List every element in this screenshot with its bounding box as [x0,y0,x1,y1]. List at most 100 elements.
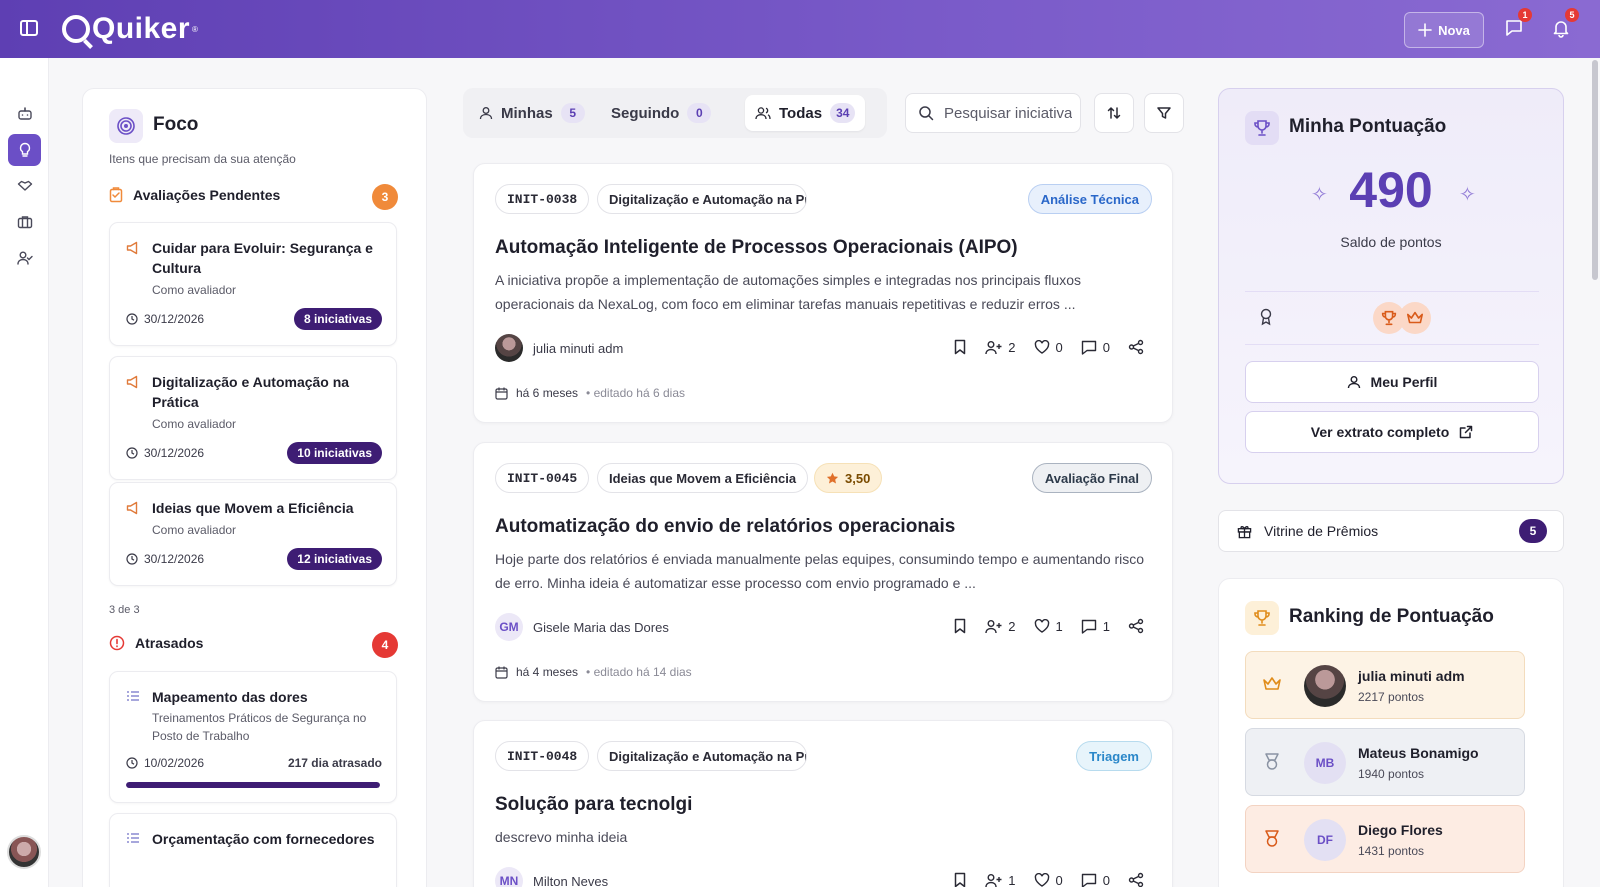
medal-bronze-icon [1262,830,1282,848]
ranking-item[interactable]: julia minuti adm 2217 pontos [1245,651,1525,719]
late-item-title: Orçamentação com fornecedores [152,831,375,847]
follow-button[interactable]: 2 [985,340,1016,355]
late-item-card[interactable]: Orçamentação com fornecedores [109,813,397,887]
late-days-text: 217 dia atrasado [287,756,382,770]
pending-review-card[interactable]: Digitalização e Automação na Prática Com… [109,356,397,480]
messages-button[interactable]: 1 [1504,8,1532,40]
share-icon [1128,618,1144,634]
pending-review-card[interactable]: Ideias que Movem a Eficiência Como avali… [109,482,397,586]
messages-badge: 1 [1518,8,1532,22]
followers-count: 1 [1008,872,1016,887]
ranking-name: Diego Flores [1358,822,1443,838]
initiative-card[interactable]: INIT-0045 Ideias que Movem a Eficiência … [473,442,1173,702]
author[interactable]: GM Gisele Maria das Dores [495,613,669,641]
initiative-title[interactable]: Automatização do envio de relatórios ope… [495,516,955,538]
like-button[interactable]: 0 [1034,873,1063,887]
notifications-badge: 5 [1565,8,1579,22]
my-profile-button[interactable]: Meu Perfil [1245,361,1539,403]
alert-circle-icon [109,635,125,651]
initiative-tabs: Minhas 5 Seguindo 0 Todas 34 [463,88,887,138]
initiatives-count-badge: 12 iniciativas [287,548,382,570]
ranking-title: Ranking de Pontuação [1289,606,1494,627]
tab-mine[interactable]: Minhas 5 [469,95,595,131]
late-item-card[interactable]: Mapeamento das dores Treinamentos Prátic… [109,671,397,803]
crown-badge-icon[interactable] [1399,302,1431,334]
campaign-tag[interactable]: Digitalização e Automação na Pr [597,741,807,771]
view-statement-button[interactable]: Ver extrato completo [1245,411,1539,453]
calendar-icon [495,666,508,679]
like-button[interactable]: 0 [1034,340,1063,355]
author-avatar [495,334,523,362]
initiatives-count-badge: 10 iniciativas [287,442,382,464]
trophy-icon [1245,601,1279,635]
search-input[interactable] [944,104,1072,122]
comment-button[interactable]: 0 [1081,873,1110,887]
ranking-item[interactable]: DF Diego Flores 1431 pontos [1245,805,1525,873]
user-icon [479,107,493,120]
search-box[interactable] [905,93,1081,133]
page-scrollbar[interactable] [1590,58,1600,887]
clipboard-icon [109,187,123,203]
sidebar-toggle-icon[interactable] [20,20,38,36]
sort-button[interactable] [1094,93,1134,133]
tab-all[interactable]: Todas 34 [745,95,866,131]
comment-button[interactable]: 0 [1081,340,1110,355]
share-button[interactable] [1128,872,1144,887]
initiative-card[interactable]: INIT-0038 Digitalização e Automação na P… [473,163,1173,423]
user-avatar[interactable] [7,835,41,869]
late-items-header[interactable]: Atrasados [109,635,203,651]
megaphone-icon [126,375,142,389]
pending-review-card[interactable]: Cuidar para Evoluir: Segurança e Cultura… [109,222,397,346]
follow-button[interactable]: 1 [985,872,1016,887]
rail-item-robot[interactable] [8,98,41,130]
logo[interactable]: Quiker ® [62,12,198,46]
score-label: Saldo de pontos [1340,234,1442,250]
focus-panel: Foco Itens que precisam da sua atenção A… [82,88,427,887]
target-icon [109,109,143,143]
late-item-date-text: 10/02/2026 [144,756,205,770]
author[interactable]: julia minuti adm [495,334,623,362]
heart-icon [1034,873,1049,887]
new-initiative-button[interactable]: Nova [1404,12,1484,48]
notifications-button[interactable]: 5 [1551,8,1579,40]
bookmark-button[interactable] [953,618,967,634]
score-value: 490 [1349,162,1433,218]
user-plus-icon [985,340,1002,354]
late-count-badge: 4 [372,632,398,658]
initiative-title[interactable]: Solução para tecnolgi [495,794,692,816]
filter-button[interactable] [1144,93,1184,133]
ranking-item[interactable]: MB Mateus Bonamigo 1940 pontos [1245,728,1525,796]
author[interactable]: MN Milton Neves [495,867,608,887]
prizes-showcase-button[interactable]: Vitrine de Prêmios 5 [1218,510,1564,552]
share-button[interactable] [1128,339,1144,355]
tab-following-label: Seguindo [611,104,680,122]
campaign-tag[interactable]: Digitalização e Automação na Pr [597,184,807,214]
sort-arrows-icon [1107,107,1121,119]
card-meta: há 4 meses • editado há 14 dias [495,665,692,679]
comment-icon [1081,873,1096,887]
tab-following[interactable]: Seguindo 0 [601,95,721,131]
heart-icon [1034,340,1049,354]
bookmark-button[interactable] [953,872,967,887]
rail-item-portfolio[interactable] [8,206,41,238]
rail-item-partnerships[interactable] [8,170,41,202]
comment-button[interactable]: 1 [1081,619,1110,634]
rail-item-users[interactable] [8,242,41,274]
followers-count: 2 [1008,618,1016,634]
late-item-date: 10/02/2026 [126,756,204,770]
robot-icon [17,107,32,120]
scrollbar-thumb[interactable] [1592,60,1598,280]
user-icon [1347,376,1360,389]
bookmark-button[interactable] [953,339,967,355]
initiative-title[interactable]: Automação Inteligente de Processos Opera… [495,237,1018,259]
rail-item-ideas[interactable] [8,134,41,166]
share-button[interactable] [1128,618,1144,634]
initiative-card[interactable]: INIT-0048 Digitalização e Automação na P… [473,720,1173,887]
heart-icon [1034,619,1049,633]
campaign-tag[interactable]: Ideias que Movem a Eficiência [597,463,809,493]
bookmark-icon [955,872,966,887]
pending-reviews-header[interactable]: Avaliações Pendentes [109,187,280,203]
like-button[interactable]: 1 [1034,619,1063,634]
follow-button[interactable]: 2 [985,618,1016,634]
pending-review-title: Cuidar para Evoluir: Segurança e Cultura [152,240,373,276]
